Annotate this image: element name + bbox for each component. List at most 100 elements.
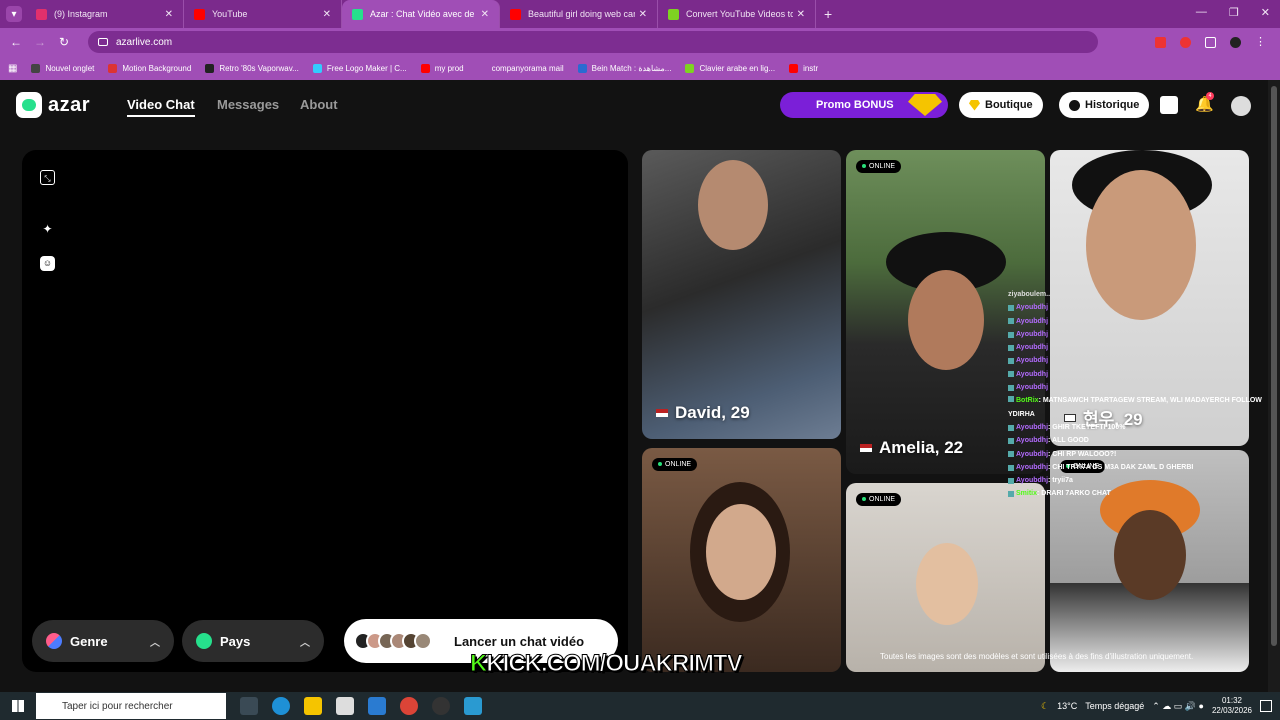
maximize-icon[interactable]: ❐: [1229, 6, 1239, 19]
site-info-icon[interactable]: [98, 38, 108, 46]
bookmark-item[interactable]: companyorama mail: [477, 63, 564, 73]
disclaimer: Toutes les images sont des modèles et so…: [880, 652, 1194, 661]
chat-user: BotRix: [1016, 397, 1039, 405]
boutique-button[interactable]: Boutique: [959, 92, 1043, 118]
chat-user: Ayoubdhj: [1016, 330, 1049, 338]
clock-icon: [1069, 99, 1080, 111]
browser-tab[interactable]: Convert YouTube Videos to MP ✕: [658, 0, 816, 28]
edge-icon[interactable]: [272, 697, 290, 715]
moon-icon: ☾: [1041, 700, 1050, 711]
genre-selector[interactable]: Genre ︿: [32, 620, 174, 662]
notification-center-icon[interactable]: [1260, 700, 1272, 712]
outlook-icon[interactable]: [368, 697, 386, 715]
menu-dots-icon[interactable]: ⋮: [1255, 36, 1266, 48]
tray-icons[interactable]: ⌃ ☁ ▭ 🔊 ●: [1152, 701, 1204, 712]
azar-logo[interactable]: azar: [16, 92, 90, 118]
profile-name: Amelia, 22: [860, 438, 963, 458]
browser-tab[interactable]: Beautiful girl doing web cam ch ✕: [500, 0, 658, 28]
chat-user: Ayoubdhj: [1016, 357, 1049, 365]
bookmark-item[interactable]: Clavier arabe en lig...: [685, 63, 776, 73]
clock-time: 01:32: [1221, 696, 1242, 705]
kick-watermark: KKICK.COM/OUAKRIMTV: [469, 650, 743, 678]
url-text: azarlive.com: [116, 36, 173, 48]
apps-grid-icon[interactable]: ▦: [8, 63, 17, 74]
app-icon[interactable]: [464, 697, 482, 715]
kick-url: KICK.COM/OUAKRIMTV: [486, 650, 743, 678]
chat-text: : ALL GOOD: [1048, 437, 1089, 445]
taskbar: Taper ici pour rechercher ☾ 13°C Temps d…: [0, 692, 1280, 720]
close-tab-icon[interactable]: ✕: [797, 9, 805, 20]
chat-text: : DRARI 7ARKO CHAT: [1037, 490, 1111, 498]
browser-tab[interactable]: YouTube ✕: [184, 0, 342, 28]
online-label: ONLINE: [869, 163, 896, 170]
bookmark-item[interactable]: instr: [789, 63, 818, 73]
inbox-icon[interactable]: [1160, 96, 1178, 114]
nav-about[interactable]: About: [300, 97, 338, 112]
magic-wand-icon[interactable]: ✦: [40, 222, 55, 237]
historique-button[interactable]: Historique: [1059, 92, 1150, 118]
face-filter-icon[interactable]: ☺: [40, 256, 55, 271]
bookmark-label: Bein Match : مشاهدة...: [591, 63, 672, 73]
online-label: ONLINE: [869, 496, 896, 503]
extension-icon[interactable]: [1155, 36, 1166, 48]
chat-user: Ayoubdhj: [1016, 423, 1049, 431]
file-explorer-icon[interactable]: [304, 697, 322, 715]
pays-selector[interactable]: Pays ︿: [182, 620, 324, 662]
avatar[interactable]: [1231, 96, 1251, 116]
chrome-icon[interactable]: [400, 697, 418, 715]
nav-messages[interactable]: Messages: [217, 97, 279, 112]
task-view-icon[interactable]: [240, 697, 258, 715]
extensions-puzzle-icon[interactable]: [1205, 36, 1216, 48]
bookmark-item[interactable]: Bein Match : مشاهدة...: [577, 63, 672, 73]
profile-card[interactable]: David, 29: [642, 150, 841, 439]
new-tab-button[interactable]: +: [824, 6, 832, 22]
tab-title: Azar : Chat Vidéo avec de n: [370, 9, 477, 19]
chat-text: : CHI TRYI7A DS M3A DAK ZAML D GHERBI: [1048, 463, 1194, 471]
close-tab-icon[interactable]: ✕: [323, 9, 331, 20]
forward-icon[interactable]: →: [28, 35, 52, 49]
windows-start-icon[interactable]: [12, 700, 24, 712]
pays-label: Pays: [220, 633, 251, 649]
page-scrollbar[interactable]: [1268, 80, 1280, 692]
extension-icons: ⋮: [1155, 36, 1266, 48]
promo-bonus-button[interactable]: Promo BONUS: [780, 92, 948, 118]
tab-search-button[interactable]: ▾: [6, 6, 22, 22]
close-window-icon[interactable]: ✕: [1261, 6, 1270, 19]
globe-icon: [196, 633, 212, 649]
clock[interactable]: 01:32 22/03/2026: [1212, 696, 1252, 716]
chat-user: Ayoubdhj: [1016, 437, 1049, 445]
bookmark-label: my prod: [434, 63, 464, 73]
url-input[interactable]: azarlive.com: [88, 31, 1098, 53]
profile-photo: [698, 160, 768, 250]
taskbar-search[interactable]: Taper ici pour rechercher: [36, 693, 226, 719]
back-icon[interactable]: ←: [4, 35, 28, 49]
browser-tab[interactable]: (9) Instagram ✕: [26, 0, 184, 28]
close-tab-icon[interactable]: ✕: [481, 9, 489, 20]
chat-text: : tryii7a: [1048, 477, 1073, 485]
bookmark-item[interactable]: Nouvel onglet: [31, 63, 94, 73]
extension-icon[interactable]: [1180, 36, 1191, 48]
close-tab-icon[interactable]: ✕: [639, 9, 647, 20]
profile-card[interactable]: ONLINE: [846, 483, 1045, 672]
reload-icon[interactable]: ↻: [52, 35, 76, 49]
nav-video-chat[interactable]: Video Chat: [127, 97, 195, 117]
browser-tab-active[interactable]: Azar : Chat Vidéo avec de n ✕: [342, 0, 500, 28]
profile-card[interactable]: ONLINE: [642, 448, 841, 672]
online-label: ONLINE: [665, 461, 692, 468]
bookmark-item[interactable]: my prod: [420, 63, 464, 73]
bookmark-item[interactable]: Retro '80s Vaporwav...: [205, 63, 299, 73]
bookmark-label: Clavier arabe en lig...: [699, 63, 776, 73]
obs-icon[interactable]: [432, 697, 450, 715]
profile-photo: [916, 543, 978, 625]
store-icon[interactable]: [336, 697, 354, 715]
clock-date: 22/03/2026: [1211, 706, 1252, 715]
minimize-video-icon[interactable]: ⤡: [40, 170, 55, 185]
bookmark-item[interactable]: Motion Background: [108, 63, 192, 73]
minimize-icon[interactable]: —: [1196, 6, 1207, 19]
bookmark-label: Motion Background: [122, 63, 192, 73]
launch-label: Lancer un chat vidéo: [454, 633, 585, 649]
profile-avatar[interactable]: [1230, 36, 1241, 48]
bookmark-item[interactable]: Free Logo Maker | C...: [312, 63, 407, 73]
scrollbar-thumb[interactable]: [1271, 86, 1277, 646]
close-tab-icon[interactable]: ✕: [165, 9, 173, 20]
